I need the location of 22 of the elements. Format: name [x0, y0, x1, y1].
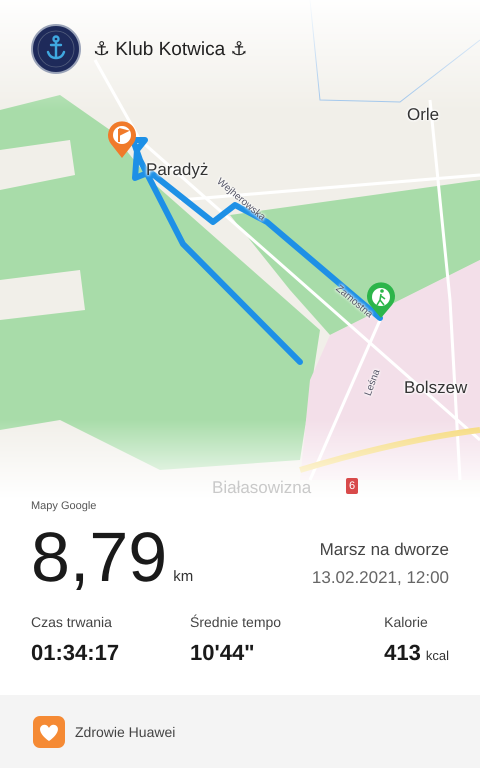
road-number-label: 6: [346, 478, 358, 494]
stat-value: 01:34:17: [31, 640, 120, 666]
anchor-logo-icon: [31, 24, 81, 74]
heart-app-icon: [33, 716, 65, 748]
distance-value: 8,79: [31, 522, 168, 592]
distance-unit: km: [173, 568, 194, 585]
activity-type: Marsz na dworze: [320, 540, 449, 560]
app-name: Zdrowie Huawei: [75, 724, 176, 740]
stat-value: 10'44": [190, 640, 255, 666]
flag-pin-icon: [108, 121, 136, 158]
stat-label: Średnie tempo: [190, 614, 282, 630]
place-label: Paradyż: [146, 160, 208, 180]
street-label: Leśna: [362, 368, 382, 398]
stat-value: 413: [384, 640, 421, 666]
stat-unit: kcal: [426, 648, 449, 663]
place-label: Bolszew: [404, 378, 468, 398]
stat-label: Czas trwania: [31, 614, 113, 630]
club-title: ⚓ Klub Kotwica ⚓: [93, 38, 248, 60]
map-attribution: Mapy Google: [31, 500, 98, 512]
place-label: Orle: [407, 105, 440, 125]
activity-datetime: 13.02.2021, 12:00: [312, 568, 449, 588]
stat-label: Kalorie: [384, 614, 429, 630]
